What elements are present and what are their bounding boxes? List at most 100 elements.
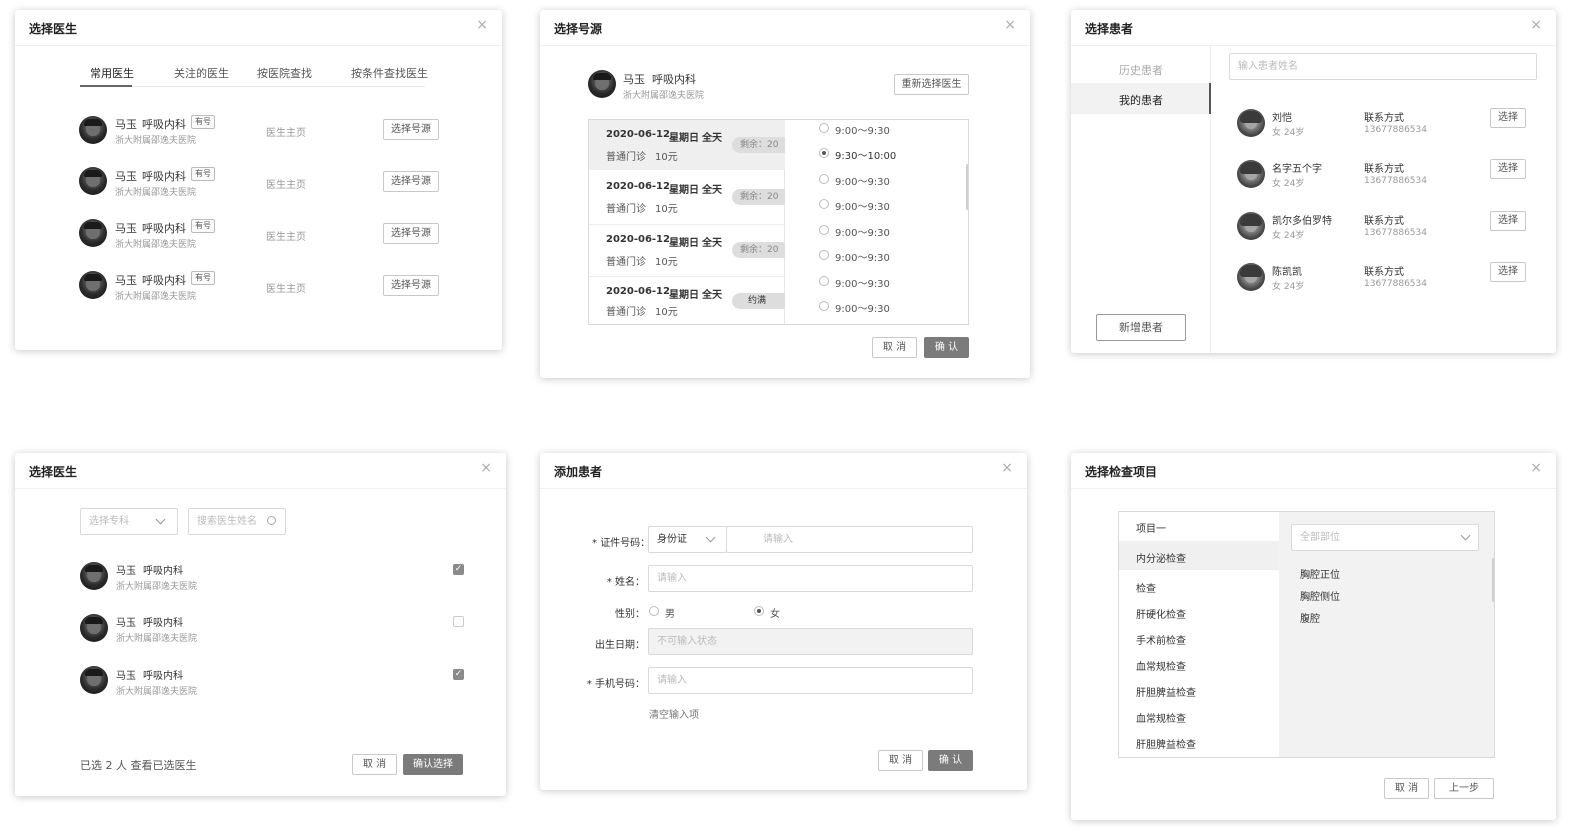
close-icon[interactable]: × — [1530, 461, 1542, 475]
exam-item[interactable]: 肝胆脾益检查 — [1136, 736, 1196, 751]
schedule-item[interactable]: 2020-06-12 星期日 全天 普通门诊 10元 约满 — [589, 276, 785, 324]
available-badge: 有号 — [191, 167, 215, 181]
contact-label: 联系方式 — [1364, 113, 1404, 124]
tab-by-hospital[interactable]: 按医院查找 — [257, 65, 312, 81]
close-icon[interactable]: × — [1001, 461, 1013, 475]
patient-info: 女 24岁 — [1272, 128, 1305, 138]
gender-male-label: 男 — [665, 609, 675, 620]
doctor-checkbox[interactable] — [453, 616, 464, 627]
id-number-input[interactable]: 请输入 — [726, 526, 973, 553]
close-icon[interactable]: × — [1530, 18, 1542, 32]
slot-radio[interactable] — [819, 174, 829, 184]
patient-name: 名字五个字 — [1272, 164, 1322, 175]
exam-item[interactable]: 血常规检查 — [1136, 710, 1186, 725]
exam-item[interactable]: 检查 — [1136, 580, 1156, 595]
body-site-option[interactable]: 腹腔 — [1300, 610, 1320, 625]
previous-step-button[interactable]: 上一步 — [1434, 778, 1494, 799]
tab-history-patients[interactable]: 历史患者 — [1071, 62, 1211, 78]
doctor-hospital: 浙大附属邵逸夫医院 — [623, 91, 705, 101]
phone-label-text: 手机号码： — [595, 679, 645, 690]
doctor-name: 马玉 — [623, 73, 645, 86]
gender-female-label: 女 — [770, 609, 780, 620]
doctor-checkbox-checked[interactable]: ✓ — [453, 564, 464, 575]
avatar — [1237, 212, 1265, 240]
slot-radio[interactable] — [819, 199, 829, 209]
reselect-doctor-button[interactable]: 重新选择医生 — [894, 74, 969, 95]
schedule-item[interactable]: 2020-06-12 星期日 全天 普通门诊 10元 剩余：20 — [589, 224, 785, 274]
scrollbar[interactable] — [966, 164, 968, 210]
cancel-button[interactable]: 取 消 — [1384, 778, 1429, 799]
confirm-button[interactable]: 确 认 — [928, 750, 973, 771]
body-site-option[interactable]: 胸腔正位 — [1300, 566, 1340, 581]
select-source-button[interactable]: 选择号源 — [383, 275, 439, 296]
phone-input[interactable]: 请输入 — [648, 667, 973, 694]
slot-label: 9:00～9:30 — [835, 304, 890, 315]
avatar — [79, 219, 107, 247]
patient-name: 刘恺 — [1272, 113, 1292, 124]
exam-panel: 项目一 内分泌检查 检查 肝硬化检查 手术前检查 血常规检查 肝胆脾益检查 血常… — [1118, 511, 1495, 758]
schedule-date: 2020-06-12 — [606, 129, 670, 140]
doctor-homepage-link[interactable]: 医生主页 — [266, 228, 306, 243]
exam-item[interactable]: 手术前检查 — [1136, 632, 1186, 647]
slot-radio[interactable] — [819, 301, 829, 311]
exam-item[interactable]: 血常规检查 — [1136, 658, 1186, 673]
select-patient-button[interactable]: 选择 — [1490, 211, 1526, 231]
dialog-title: 选择医生 — [29, 22, 78, 36]
doctor-homepage-link[interactable]: 医生主页 — [266, 124, 306, 139]
close-icon[interactable]: × — [480, 461, 492, 475]
exam-item[interactable]: 肝胆脾益检查 — [1136, 684, 1196, 699]
confirm-button[interactable]: 确 认 — [924, 337, 969, 358]
schedule-weekday: 星期日 — [669, 290, 699, 301]
patient-info: 女 24岁 — [1272, 282, 1305, 292]
scrollbar[interactable] — [1492, 558, 1494, 602]
selected-summary-link[interactable]: 已选 2 人 查看已选医生 — [80, 757, 197, 773]
available-badge: 有号 — [191, 271, 215, 285]
slot-radio[interactable] — [819, 225, 829, 235]
doctor-homepage-link[interactable]: 医生主页 — [266, 280, 306, 295]
schedule-item[interactable]: 2020-06-12 星期日 全天 普通门诊 10元 剩余：20 — [589, 172, 785, 222]
confirm-selection-button[interactable]: 确认选择 — [403, 754, 463, 775]
tab-followed[interactable]: 关注的医生 — [174, 65, 229, 81]
select-source-button[interactable]: 选择号源 — [383, 171, 439, 192]
slot-radio-selected[interactable] — [819, 148, 829, 158]
slot-radio[interactable] — [819, 250, 829, 260]
patient-info: 女 24岁 — [1272, 231, 1305, 241]
exam-item-selected[interactable]: 内分泌检查 — [1119, 541, 1279, 570]
schedule-item-selected[interactable]: 2020-06-12 星期日 全天 普通门诊 10元 剩余：20 — [589, 120, 785, 170]
name-input[interactable]: 请输入 — [648, 565, 973, 592]
exam-item-label: 内分泌检查 — [1136, 554, 1186, 565]
avatar — [79, 116, 107, 144]
schedule-type: 普通门诊 — [606, 307, 646, 318]
tab-by-condition[interactable]: 按条件查找医生 — [351, 65, 428, 81]
cancel-button[interactable]: 取 消 — [352, 754, 397, 775]
select-patient-button[interactable]: 选择 — [1490, 108, 1526, 128]
patient-search-input[interactable]: 输入患者姓名 — [1229, 53, 1537, 80]
gender-male-radio[interactable] — [649, 606, 659, 616]
doctor-checkbox-checked[interactable]: ✓ — [453, 669, 464, 680]
add-patient-button[interactable]: 新增患者 — [1096, 314, 1186, 341]
select-patient-button[interactable]: 选择 — [1490, 159, 1526, 179]
select-doctor-dialog: 选择医生 × 常用医生 关注的医生 按医院查找 按条件查找医生 马玉 呼吸内科 … — [15, 10, 502, 350]
gender-female-radio[interactable] — [754, 606, 764, 616]
slot-radio[interactable] — [819, 123, 829, 133]
phone-label: * 手机号码： — [586, 679, 645, 690]
slot-radio[interactable] — [819, 276, 829, 286]
clear-inputs-link[interactable]: 清空输入项 — [649, 706, 699, 721]
select-patient-button[interactable]: 选择 — [1490, 262, 1526, 282]
select-source-button[interactable]: 选择号源 — [383, 223, 439, 244]
cancel-button[interactable]: 取 消 — [872, 337, 917, 358]
id-type-select[interactable]: 身份证 — [648, 526, 727, 553]
cancel-button[interactable]: 取 消 — [878, 750, 923, 771]
schedule-period: 全天 — [702, 290, 722, 301]
close-icon[interactable]: × — [476, 18, 488, 32]
tab-frequent[interactable]: 常用医生 — [90, 65, 134, 81]
doctor-homepage-link[interactable]: 医生主页 — [266, 176, 306, 191]
exam-item[interactable]: 项目一 — [1136, 520, 1166, 535]
exam-item[interactable]: 肝硬化检查 — [1136, 606, 1186, 621]
avatar — [588, 70, 616, 98]
body-site-option[interactable]: 胸腔侧位 — [1300, 588, 1340, 603]
body-site-select[interactable]: 全部部位 — [1291, 524, 1479, 551]
select-source-button[interactable]: 选择号源 — [383, 119, 439, 140]
close-icon[interactable]: × — [1004, 18, 1016, 32]
tab-my-patients[interactable]: 我的患者 — [1071, 83, 1211, 114]
